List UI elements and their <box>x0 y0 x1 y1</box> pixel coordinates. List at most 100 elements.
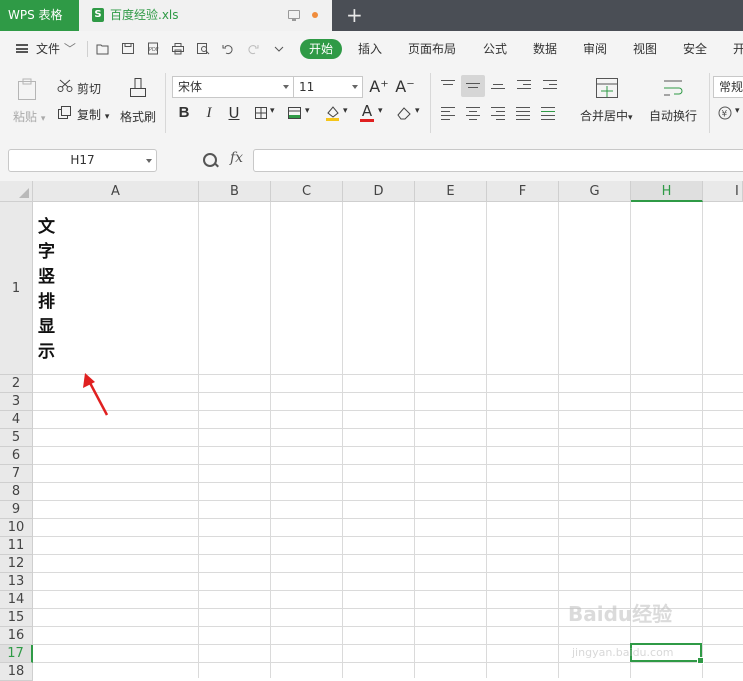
cell-a1-vertical-text[interactable]: 文 字 竖 排 显 示 <box>38 215 58 365</box>
customize-toolbar-icon[interactable] <box>272 42 286 55</box>
row-header-2[interactable]: 2 <box>0 375 33 393</box>
baidu-watermark: Baidu经验 <box>568 602 673 626</box>
tab-insert[interactable]: 插入 <box>358 31 382 67</box>
tab-page-layout[interactable]: 页面布局 <box>408 31 456 67</box>
align-right-icon[interactable] <box>491 104 505 123</box>
row-header-11[interactable]: 11 <box>0 537 33 555</box>
select-all-corner[interactable] <box>0 181 33 202</box>
insert-function-button[interactable]: fx <box>230 150 243 166</box>
increase-indent-icon[interactable] <box>543 77 557 92</box>
column-header-d[interactable]: D <box>343 181 415 202</box>
merge-center-icon[interactable] <box>595 77 619 99</box>
eraser-icon[interactable] <box>396 106 412 120</box>
column-header-c[interactable]: C <box>271 181 343 202</box>
column-header-f[interactable]: F <box>487 181 559 202</box>
row-header-12[interactable]: 12 <box>0 555 33 573</box>
zoom-icon[interactable] <box>203 153 217 167</box>
font-name-select[interactable]: 宋体 <box>172 76 294 98</box>
undo-icon[interactable] <box>221 42 235 55</box>
chevron-down-icon[interactable]: ▾ <box>415 106 420 116</box>
row-header-3[interactable]: 3 <box>0 393 33 411</box>
chevron-down-icon[interactable]: ▾ <box>378 106 383 116</box>
currency-icon[interactable]: ¥ <box>718 106 732 120</box>
bold-button[interactable]: B <box>173 103 195 123</box>
row-header-10[interactable]: 10 <box>0 519 33 537</box>
scissors-icon[interactable] <box>57 79 73 93</box>
print-icon[interactable] <box>171 42 185 55</box>
column-header-e[interactable]: E <box>415 181 487 202</box>
tab-data[interactable]: 数据 <box>533 31 557 67</box>
distributed-align-icon[interactable] <box>541 104 555 123</box>
document-tab[interactable]: S 百度经验.xls <box>79 0 332 31</box>
tab-more[interactable]: 开 <box>733 31 743 67</box>
row-header-17[interactable]: 17 <box>0 645 33 663</box>
copy-button[interactable]: 复制 ▾ <box>77 106 109 123</box>
italic-button[interactable]: I <box>198 103 220 123</box>
column-header-a[interactable]: A <box>33 181 199 202</box>
redo-icon[interactable] <box>246 42 260 55</box>
formula-input[interactable] <box>253 149 743 172</box>
borders-icon[interactable] <box>254 106 268 120</box>
row-header-1[interactable]: 1 <box>0 202 33 375</box>
spreadsheet-file-icon: S <box>92 8 104 22</box>
export-pdf-icon[interactable]: PDF <box>146 42 160 55</box>
tab-view[interactable]: 视图 <box>633 31 657 67</box>
justify-icon[interactable] <box>516 104 530 123</box>
paste-button[interactable]: 粘贴 ▾ <box>13 108 45 125</box>
row-header-6[interactable]: 6 <box>0 447 33 465</box>
font-size-select[interactable]: 11 <box>293 76 363 98</box>
decrease-font-size-button[interactable]: A⁻ <box>394 77 416 97</box>
align-center-icon[interactable] <box>466 104 480 123</box>
paste-icon[interactable] <box>16 77 38 101</box>
tab-formulas[interactable]: 公式 <box>483 31 507 67</box>
row-header-9[interactable]: 9 <box>0 501 33 519</box>
row-header-5[interactable]: 5 <box>0 429 33 447</box>
row-header-13[interactable]: 13 <box>0 573 33 591</box>
format-painter-button[interactable]: 格式刷 <box>120 108 156 125</box>
format-painter-icon[interactable] <box>128 77 148 101</box>
row-header-15[interactable]: 15 <box>0 609 33 627</box>
grid-line <box>270 202 271 678</box>
fill-color-icon[interactable] <box>324 104 341 121</box>
new-tab-button[interactable]: + <box>346 4 363 26</box>
column-header-i[interactable]: I <box>703 181 743 202</box>
hamburger-icon[interactable] <box>16 44 28 53</box>
wrap-text-icon[interactable] <box>661 77 685 99</box>
file-menu[interactable]: 文件 ﹀ <box>36 31 76 67</box>
increase-font-size-button[interactable]: A⁺ <box>368 77 390 97</box>
align-left-icon[interactable] <box>441 104 455 123</box>
tab-security[interactable]: 安全 <box>683 31 707 67</box>
decrease-indent-icon[interactable] <box>517 77 531 92</box>
column-header-h[interactable]: H <box>631 181 703 202</box>
chevron-down-icon[interactable]: ▾ <box>270 106 275 116</box>
chevron-down-icon[interactable]: ▾ <box>735 106 740 116</box>
copy-icon[interactable] <box>57 105 72 120</box>
wrap-text-button[interactable]: 自动换行 <box>649 107 697 124</box>
align-bottom-icon[interactable] <box>491 81 505 92</box>
save-icon[interactable] <box>121 42 135 55</box>
wps-app-tab[interactable]: WPS 表格 <box>0 0 79 31</box>
font-color-button[interactable]: A <box>356 101 378 121</box>
chevron-down-icon[interactable]: ▾ <box>343 106 348 116</box>
column-header-b[interactable]: B <box>199 181 271 202</box>
monitor-icon[interactable] <box>288 10 300 21</box>
column-header-g[interactable]: G <box>559 181 631 202</box>
tab-review[interactable]: 审阅 <box>583 31 607 67</box>
row-header-4[interactable]: 4 <box>0 411 33 429</box>
align-top-icon[interactable] <box>441 77 455 92</box>
row-header-8[interactable]: 8 <box>0 483 33 501</box>
cell-style-icon[interactable] <box>287 106 302 120</box>
cut-button[interactable]: 剪切 <box>77 80 101 97</box>
row-header-16[interactable]: 16 <box>0 627 33 645</box>
open-folder-icon[interactable] <box>96 42 110 55</box>
print-preview-icon[interactable] <box>196 42 210 55</box>
chevron-down-icon[interactable]: ▾ <box>305 106 310 116</box>
tab-home[interactable]: 开始 <box>300 39 342 59</box>
row-header-14[interactable]: 14 <box>0 591 33 609</box>
row-header-7[interactable]: 7 <box>0 465 33 483</box>
name-box[interactable]: H17 <box>8 149 157 172</box>
row-header-18[interactable]: 18 <box>0 663 33 681</box>
number-format-select[interactable]: 常规 <box>713 76 743 98</box>
merge-center-button[interactable]: 合并居中▾ <box>580 107 633 124</box>
underline-button[interactable]: U <box>223 103 245 123</box>
